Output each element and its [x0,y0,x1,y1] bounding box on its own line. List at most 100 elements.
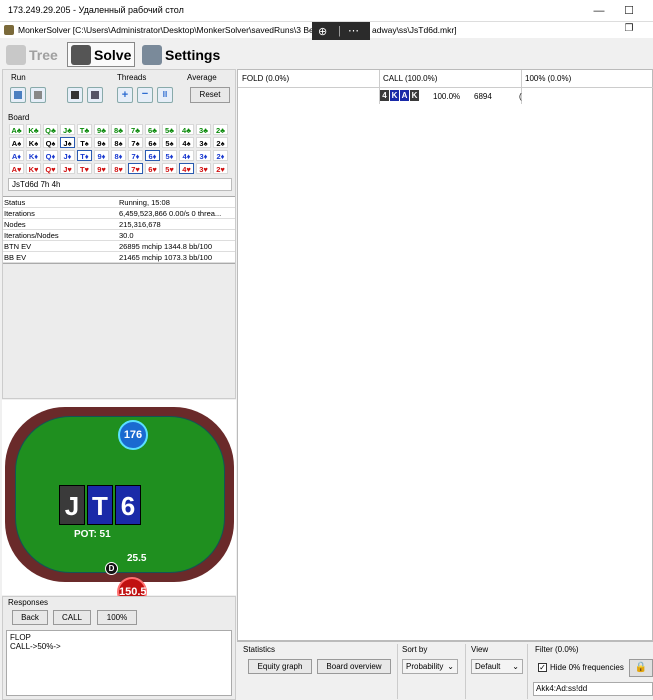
board-card-option[interactable]: 4♣ [179,124,194,135]
open-button[interactable] [87,87,103,103]
tab-tree[interactable]: Tree [6,42,58,67]
status-key: BB EV [4,253,27,262]
board-card-option[interactable]: 8♦ [111,150,126,161]
remote-desktop-title: 173.249.29.205 - Удаленный рабочий стол [8,5,184,15]
top-player-stack: 176 [118,420,148,450]
run-grid-button[interactable] [10,87,26,103]
board-card-option[interactable]: J♣ [60,124,75,135]
board-card-option[interactable]: 2♣ [213,124,228,135]
tab-solve[interactable]: Solve [67,42,135,67]
app-title: MonkerSolver [C:\Users\Administrator\Des… [18,25,317,35]
board-card-option[interactable]: 6♣ [145,124,160,135]
board-card-option[interactable]: K♦ [26,150,41,161]
board-input[interactable]: JsTd6d 7h 4h [8,178,232,191]
board-card-option[interactable]: 9♦ [94,150,109,161]
board-card-option[interactable]: A♦ [9,150,24,161]
call-column-header[interactable]: CALL (100.0%) [383,74,437,83]
threads-plus-button[interactable]: + [117,87,133,103]
status-key: Iterations [4,209,35,218]
board-card-option[interactable]: 8♥ [111,163,126,174]
reset-button[interactable]: Reset [190,87,230,103]
board-card-option[interactable]: A♥ [9,163,24,174]
third-column-header[interactable]: 100% (0.0%) [525,74,571,83]
board-card-option[interactable]: J♥ [60,163,75,174]
threads-label: Threads [117,73,147,82]
strategy-pane: FOLD (0.0%) CALL (100.0%) 100% (0.0%) 4K… [237,69,653,641]
board-card-option[interactable]: T♠ [77,137,92,148]
header-divider [238,87,653,88]
board-card-option[interactable]: 9♥ [94,163,109,174]
board-card-option[interactable]: A♠ [9,137,24,148]
dealer-button: D [105,562,118,575]
board-card-option[interactable]: J♠ [60,137,75,148]
board-card-option[interactable]: A♣ [9,124,24,135]
board-card-option[interactable]: K♥ [26,163,41,174]
fold-column-header[interactable]: FOLD (0.0%) [242,74,289,83]
hand-trail: ( [519,92,522,101]
percent-button[interactable]: 100% [97,610,137,625]
board-card-option[interactable]: 7♦ [128,150,143,161]
board-card-option[interactable]: Q♠ [43,137,58,148]
board-card-option[interactable]: 9♠ [94,137,109,148]
view-select[interactable]: Default ⌄ [471,659,523,674]
board-card-option[interactable]: 4♠ [179,137,194,148]
maximize-button[interactable]: ☐ [619,2,639,20]
statistics-group: Statistics Equity graph Board overview [240,644,398,699]
board-card-option[interactable]: 7♠ [128,137,143,148]
threads-minus-button[interactable]: − [137,87,153,103]
board-card-option[interactable]: 5♥ [162,163,177,174]
board-card-option[interactable]: 3♣ [196,124,211,135]
board-card-option[interactable]: 6♦ [145,150,160,161]
board-card-option[interactable]: 5♣ [162,124,177,135]
sortby-value: Probability [406,662,444,671]
board-card-option[interactable]: 3♥ [196,163,211,174]
hide-zero-checkbox[interactable]: ✓ [538,663,547,672]
minimize-button[interactable]: — [589,2,609,20]
responses-label: Responses [8,598,49,607]
save-button[interactable] [67,87,83,103]
zoom-icon[interactable]: ⊕ [318,25,327,38]
filter-input[interactable]: Akk4:Ad:ss!dd [533,682,653,696]
lock-button[interactable]: 🔒 [629,659,653,677]
run-document-button[interactable] [30,87,46,103]
board-card-option[interactable]: 2♠ [213,137,228,148]
back-button[interactable]: Back [12,610,48,625]
board-card-option[interactable]: K♠ [26,137,41,148]
pause-button[interactable]: II [157,87,173,103]
tab-solve-label: Solve [94,46,132,63]
board-card-option[interactable]: T♣ [77,124,92,135]
board-card-option[interactable]: 4♦ [179,150,194,161]
more-icon[interactable]: ⋯ [348,24,359,37]
board-card-option[interactable]: 6♠ [145,137,160,148]
board-card-option[interactable]: 9♣ [94,124,109,135]
board-card-option[interactable]: 6♥ [145,163,160,174]
action-history: FLOP CALL->50%-> [6,630,232,696]
board-card-option[interactable]: 5♦ [162,150,177,161]
board-card-option[interactable]: 7♥ [128,163,143,174]
board-card-option[interactable]: Q♦ [43,150,58,161]
board-card-option[interactable]: Q♥ [43,163,58,174]
board-overview-button[interactable]: Board overview [317,659,391,674]
board-card-option[interactable]: K♣ [26,124,41,135]
board-card-option[interactable]: 7♣ [128,124,143,135]
board-card-option[interactable]: 3♠ [196,137,211,148]
table-board-card: J [59,485,85,525]
call-button[interactable]: CALL [53,610,91,625]
status-row: Nodes 215,316,678 [3,219,235,230]
sortby-select[interactable]: Probability ⌄ [402,659,458,674]
tab-settings[interactable]: Settings [142,42,220,67]
board-card-option[interactable]: J♦ [60,150,75,161]
board-card-option[interactable]: 2♥ [213,163,228,174]
board-card-option[interactable]: 8♠ [111,137,126,148]
board-card-option[interactable]: T♦ [77,150,92,161]
board-card-option[interactable]: 2♦ [213,150,228,161]
board-card-option[interactable]: Q♣ [43,124,58,135]
board-card-option[interactable]: 8♣ [111,124,126,135]
restore-button[interactable]: ❐ [619,20,639,38]
board-card-option[interactable]: 3♦ [196,150,211,161]
board-card-option[interactable]: 4♥ [179,163,194,174]
board-card-option[interactable]: T♥ [77,163,92,174]
equity-graph-button[interactable]: Equity graph [248,659,312,674]
board-card-option[interactable]: 5♠ [162,137,177,148]
tree-icon [6,44,26,65]
